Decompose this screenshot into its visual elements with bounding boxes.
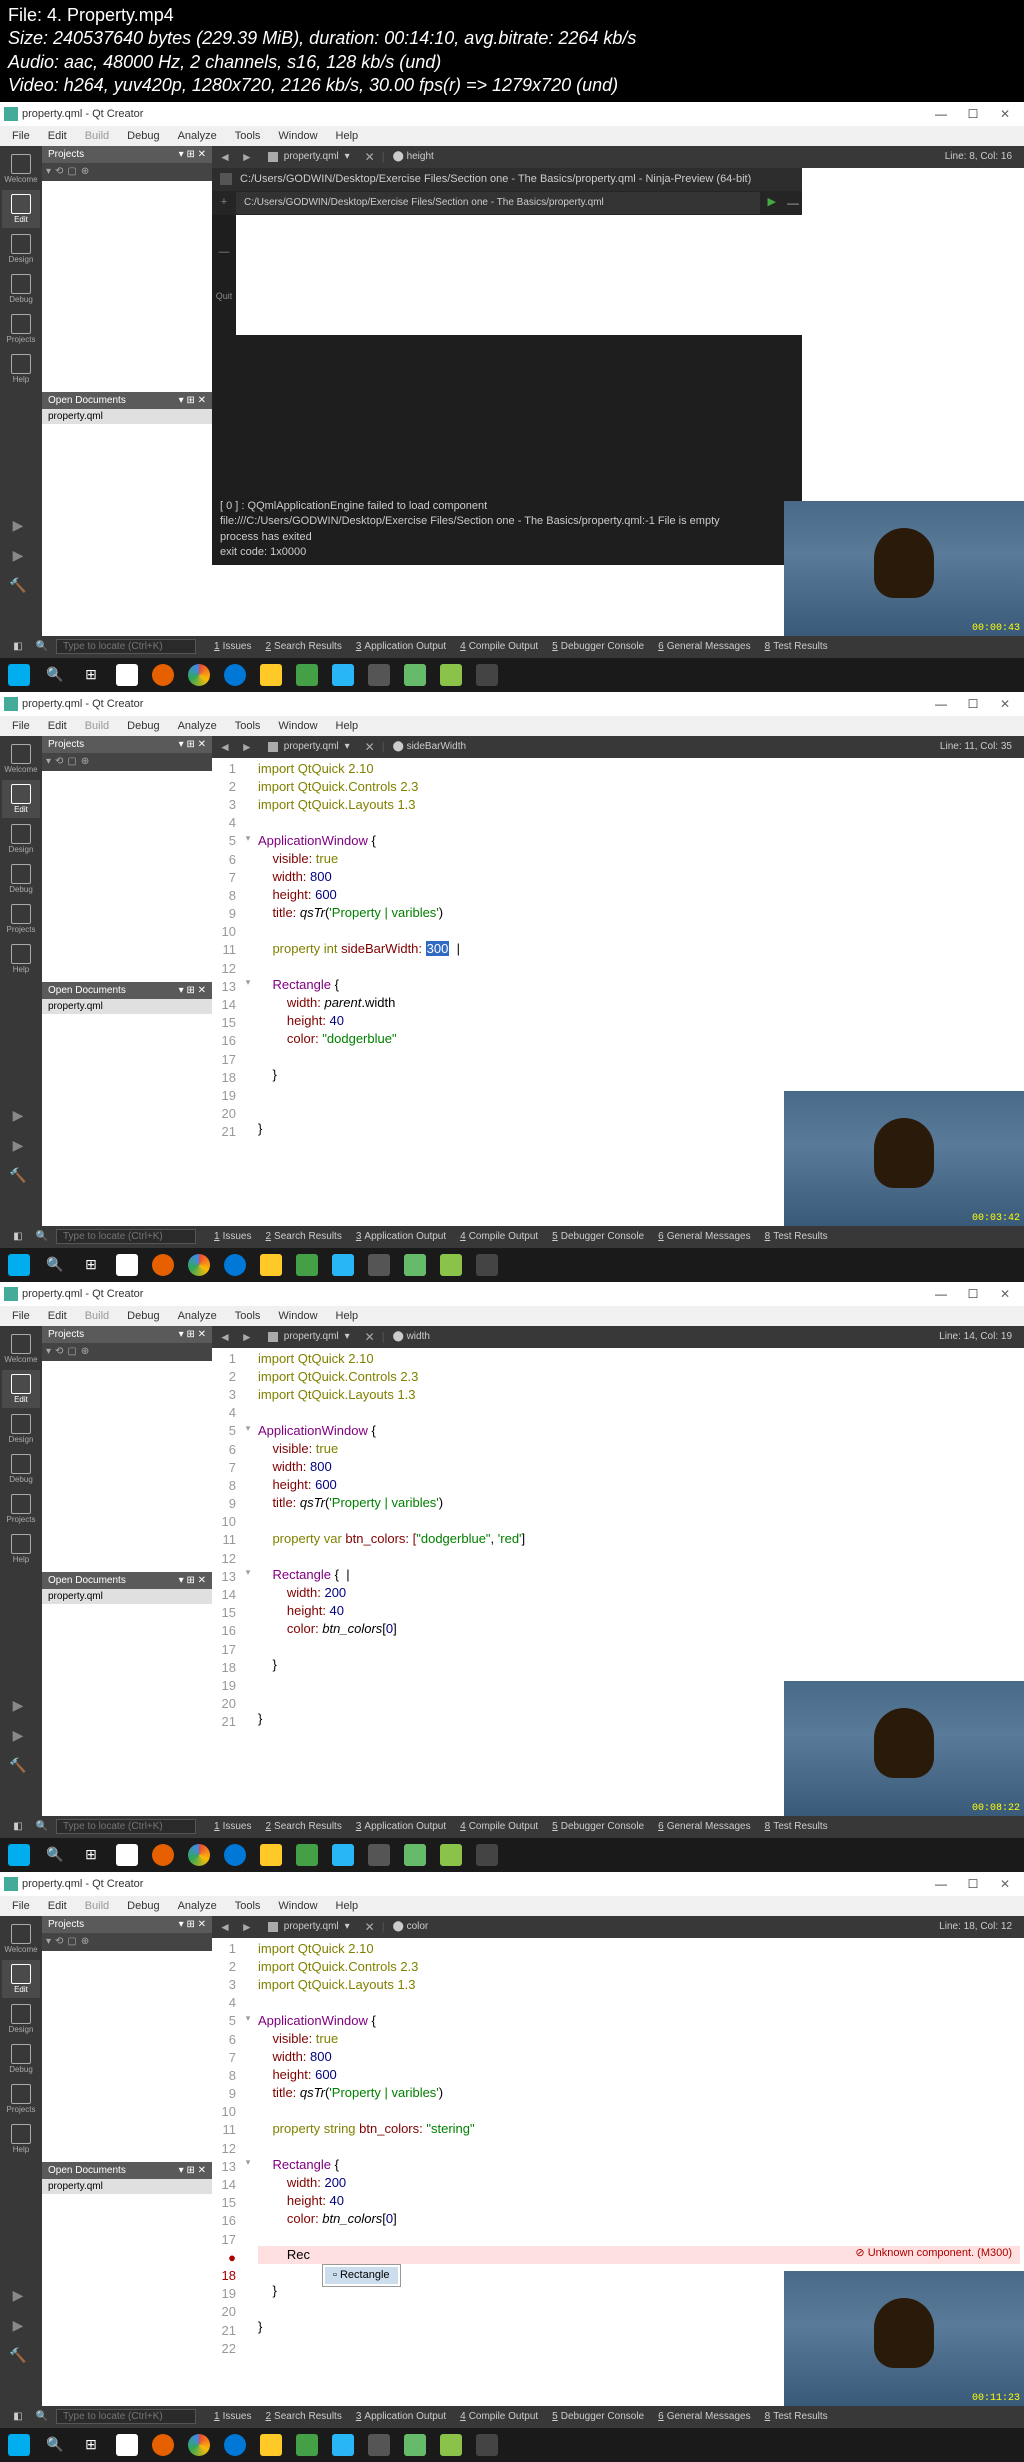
app-icon[interactable] [290, 660, 324, 690]
tab-appout[interactable]: 3Application Output [350, 639, 452, 654]
window-title: property.qml - Qt Creator [22, 108, 143, 120]
term-run[interactable]: ▶ [760, 195, 784, 210]
mode-design[interactable]: Design [2, 230, 40, 268]
qt-creator-window: property.qml - Qt Creator — ☐ ✕ File Edi… [0, 102, 1024, 658]
qt-icon [4, 107, 18, 121]
menu-build[interactable]: Build [77, 128, 117, 144]
run-button[interactable]: ▶ [6, 514, 30, 538]
editor-tabbar: ◄ ► property.qml ▾ ✕ | ⬤ height Line: 8,… [212, 146, 1024, 168]
chrome-icon[interactable] [182, 660, 216, 690]
breadcrumb[interactable]: ⬤ height [389, 151, 438, 162]
output-pane-bar: ◧ 🔍 1Issues 2Search Results 3Application… [0, 636, 1024, 658]
firefox-icon[interactable] [146, 660, 180, 690]
term-add-tab[interactable]: + [212, 195, 236, 210]
toggle-sidebar[interactable]: ◧ [8, 638, 28, 656]
app-icon[interactable] [362, 660, 396, 690]
search-icon[interactable]: 🔍 [38, 660, 72, 690]
menu-tools[interactable]: Tools [227, 128, 269, 144]
locator-input[interactable] [56, 639, 196, 654]
mode-projects[interactable]: Projects [2, 310, 40, 348]
menubar: File Edit Build Debug Analyze Tools Wind… [0, 126, 1024, 146]
autocomplete-popup[interactable]: ▫ Rectangle [322, 2264, 401, 2287]
locate-icon[interactable]: 🔍 [32, 638, 52, 656]
tab-search[interactable]: 2Search Results [259, 639, 347, 654]
titlebar[interactable]: property.qml - Qt Creator — ☐ ✕ [0, 102, 1024, 126]
maximize-button[interactable]: ☐ [958, 694, 988, 714]
term-min[interactable]: — [784, 195, 802, 212]
tab-dbg[interactable]: 5Debugger Console [546, 639, 650, 654]
app-icon[interactable] [470, 660, 504, 690]
windows-taskbar[interactable]: 🔍 ⊞ [0, 658, 1024, 692]
terminal-icon [220, 173, 232, 185]
titlebar[interactable]: property.qml - Qt Creator —☐✕ [0, 692, 1024, 716]
line-col-info: Line: 8, Col: 16 [945, 151, 1020, 162]
projects-header[interactable]: Projects▾ ⊞ ✕ [42, 146, 212, 163]
menu-file[interactable]: File [4, 128, 38, 144]
term-titlebar[interactable]: C:/Users/GODWIN/Desktop/Exercise Files/S… [212, 168, 802, 191]
maximize-button[interactable]: ☐ [958, 104, 988, 124]
error-message: ⊘ Unknown component. (M300) [855, 2246, 1020, 2261]
edge-icon[interactable] [218, 660, 252, 690]
term-quit[interactable]: Quit [212, 290, 236, 303]
explorer-icon[interactable] [254, 660, 288, 690]
qt-creator-window: property.qml - Qt Creator —☐✕ FileEditBu… [0, 692, 1024, 1248]
projects-toolbar[interactable]: ▾⟲▢⊕ [42, 163, 212, 181]
terminal-output: [ 0 ] : QQmlApplicationEngine failed to … [212, 495, 802, 565]
window-title: property.qml - Qt Creator [22, 698, 143, 710]
navigator-panel: Projects▾ ⊞ ✕ ▾⟲▢⊕ Open Documents▾ ⊞ ✕ p… [42, 146, 212, 636]
minimize-button[interactable]: — [926, 104, 956, 124]
close-button[interactable]: ✕ [990, 694, 1020, 714]
menubar: FileEditBuildDebugAnalyzeToolsWindowHelp [0, 716, 1024, 736]
menu-help[interactable]: Help [328, 128, 367, 144]
build-button[interactable]: 🔨 [6, 574, 30, 598]
debug-button[interactable]: ▶ [6, 544, 30, 568]
webcam-overlay: 00:00:43 [784, 501, 1024, 636]
store-icon[interactable] [110, 660, 144, 690]
docs-header[interactable]: Open Documents▾ ⊞ ✕ [42, 392, 212, 409]
app-icon[interactable] [434, 660, 468, 690]
nav-fwd[interactable]: ► [238, 150, 256, 164]
line-numbers: 123456789101112131415161718192021 [212, 758, 242, 1226]
nav-back[interactable]: ◄ [216, 150, 234, 164]
tab-issues[interactable]: 1Issues [208, 639, 257, 654]
ninja-preview-window[interactable]: C:/Users/GODWIN/Desktop/Exercise Files/S… [212, 168, 802, 565]
mode-edit[interactable]: Edit [2, 190, 40, 228]
qt-creator-window: property.qml - Qt Creator—☐✕ FileEditBui… [0, 1282, 1024, 1838]
media-info-header: File: 4. Property.mp4 Size: 240537640 by… [0, 0, 1024, 102]
term-remove[interactable]: — [212, 245, 236, 260]
open-doc-item[interactable]: property.qml [42, 409, 212, 424]
task-view-icon[interactable]: ⊞ [74, 660, 108, 690]
qt-creator-window: property.qml - Qt Creator—☐✕ FileEditBui… [0, 1872, 1024, 2428]
menu-edit[interactable]: Edit [40, 128, 75, 144]
mode-welcome[interactable]: Welcome [2, 150, 40, 188]
close-button[interactable]: ✕ [990, 104, 1020, 124]
qml-file-icon [268, 152, 278, 162]
mode-help[interactable]: Help [2, 350, 40, 388]
autocomplete-item[interactable]: ▫ Rectangle [325, 2267, 398, 2284]
menu-window[interactable]: Window [270, 128, 325, 144]
menu-analyze[interactable]: Analyze [170, 128, 225, 144]
file-tab[interactable]: property.qml ▾ [260, 149, 358, 164]
tab-compile[interactable]: 4Compile Output [454, 639, 544, 654]
run-controls: ▶ ▶ 🔨 [6, 514, 30, 598]
minimize-button[interactable]: — [926, 694, 956, 714]
term-tab[interactable]: C:/Users/GODWIN/Desktop/Exercise Files/S… [236, 192, 760, 214]
tab-close[interactable]: ✕ [362, 150, 378, 164]
app-icon[interactable] [398, 660, 432, 690]
app-icon[interactable] [326, 660, 360, 690]
tab-msg[interactable]: 6General Messages [652, 639, 757, 654]
start-button[interactable] [2, 660, 36, 690]
tab-test[interactable]: 8Test Results [759, 639, 834, 654]
qt-icon [4, 697, 18, 711]
menu-debug[interactable]: Debug [119, 128, 167, 144]
mode-debug[interactable]: Debug [2, 270, 40, 308]
window-controls: — ☐ ✕ [926, 104, 1020, 124]
